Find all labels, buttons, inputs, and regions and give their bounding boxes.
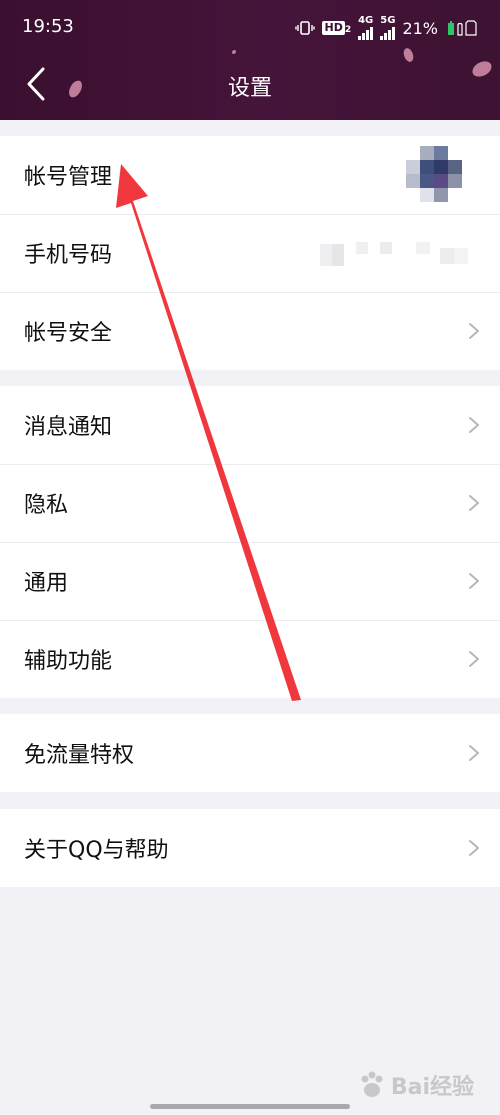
item-label: 关于QQ与帮助 — [24, 838, 169, 863]
item-label: 帐号管理 — [24, 165, 113, 190]
status-time: 19:53 — [22, 16, 74, 37]
chevron-right-icon — [469, 651, 479, 667]
page-title: 设置 — [227, 76, 272, 101]
battery-icon — [448, 20, 477, 36]
chevron-right-icon — [469, 745, 479, 761]
chevron-right-icon — [469, 573, 479, 589]
chevron-right-icon — [469, 840, 479, 856]
hd-voice-icon: HD 2 — [322, 21, 352, 35]
account-security-item[interactable]: 帐号安全 — [0, 292, 500, 370]
free-data-privilege-item[interactable]: 免流量特权 — [0, 714, 500, 792]
signal-4g-icon: 4G — [358, 16, 373, 40]
status-icons: HD 2 4G 5G 21% — [295, 16, 438, 40]
item-label: 通用 — [24, 571, 69, 596]
settings-group-data: 免流量特权 — [0, 714, 500, 792]
settings-group-account: 帐号管理 手机号码 帐号安全 — [0, 136, 500, 370]
account-management-item[interactable]: 帐号管理 — [0, 136, 500, 214]
notifications-item[interactable]: 消息通知 — [0, 386, 500, 464]
chevron-right-icon — [469, 323, 479, 339]
accessibility-item[interactable]: 辅助功能 — [0, 620, 500, 698]
home-indicator[interactable] — [150, 1104, 350, 1109]
paw-icon — [361, 1071, 383, 1097]
watermark-text: Bai经验 — [390, 1075, 474, 1100]
watermark: Bai经验 — [357, 1069, 474, 1101]
chevron-right-icon — [469, 495, 479, 511]
chevron-right-icon — [469, 417, 479, 433]
settings-group-about: 关于QQ与帮助 — [0, 809, 500, 887]
signal-5g-icon: 5G — [380, 16, 395, 40]
general-item[interactable]: 通用 — [0, 542, 500, 620]
vibrate-icon — [295, 21, 316, 35]
item-label: 手机号码 — [24, 243, 113, 268]
blurred-avatar — [406, 146, 464, 206]
item-label: 帐号安全 — [24, 321, 113, 346]
settings-screen: 19:53 HD 2 4G 5G 21% 设置 帐号管理 手机号码 帐号安全 消… — [0, 0, 500, 1115]
item-label: 消息通知 — [24, 415, 113, 440]
status-bar: 19:53 HD 2 4G 5G 21% — [0, 0, 500, 56]
phone-number-item[interactable]: 手机号码 — [0, 214, 500, 292]
blurred-phone — [320, 242, 468, 266]
item-label: 隐私 — [24, 493, 69, 518]
header: 19:53 HD 2 4G 5G 21% 设置 — [0, 0, 500, 120]
item-label: 辅助功能 — [24, 649, 113, 674]
item-label: 免流量特权 — [24, 743, 135, 768]
privacy-item[interactable]: 隐私 — [0, 464, 500, 542]
battery-percent: 21% — [402, 18, 438, 38]
about-help-item[interactable]: 关于QQ与帮助 — [0, 809, 500, 887]
settings-group-general: 消息通知 隐私 通用 辅助功能 — [0, 386, 500, 698]
